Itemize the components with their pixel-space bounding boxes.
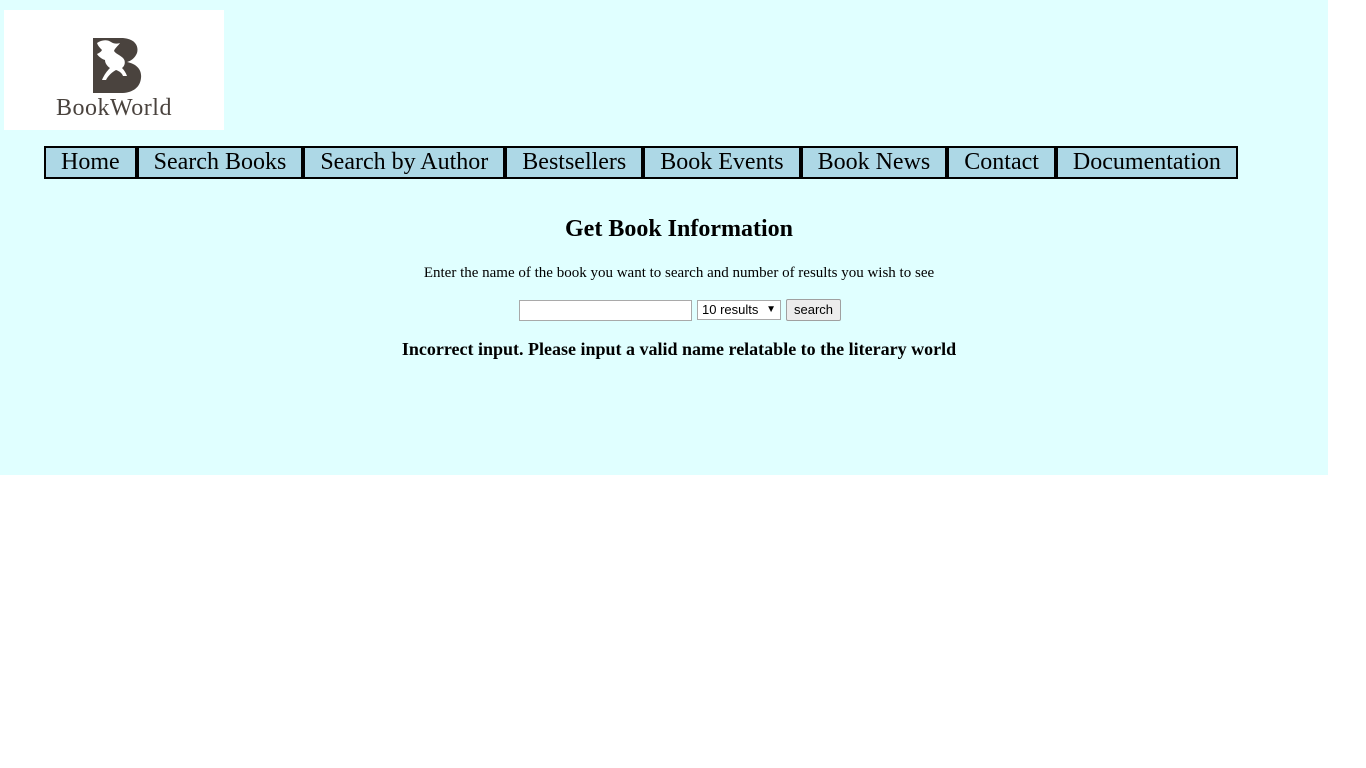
nav-book-events[interactable]: Book Events <box>645 148 803 177</box>
page-title: Get Book Information <box>565 216 793 242</box>
results-count-select[interactable]: 10 results ▼ <box>697 300 781 320</box>
search-instructions: Enter the name of the book you want to s… <box>423 265 935 281</box>
main-nav: Home Search Books Search by Author Bests… <box>44 146 1238 179</box>
book-search-input[interactable] <box>519 299 692 321</box>
nav-contact[interactable]: Contact <box>949 148 1058 177</box>
search-form: 10 results ▼ search <box>519 299 842 321</box>
page-background: BookWorld Home Search Books Search by Au… <box>0 0 1328 475</box>
nav-search-by-author[interactable]: Search by Author <box>305 148 508 177</box>
horse-b-logo-icon <box>93 38 142 93</box>
nav-documentation[interactable]: Documentation <box>1057 148 1236 177</box>
nav-book-news[interactable]: Book News <box>802 148 950 177</box>
site-logo[interactable]: BookWorld <box>4 10 224 130</box>
search-button[interactable]: search <box>786 299 842 321</box>
logo-text: BookWorld <box>56 95 172 121</box>
nav-bestsellers[interactable]: Bestsellers <box>507 148 646 177</box>
nav-search-books[interactable]: Search Books <box>138 148 306 177</box>
dropdown-arrow-icon: ▼ <box>766 304 776 315</box>
nav-home[interactable]: Home <box>46 148 139 177</box>
error-message: Incorrect input. Please input a valid na… <box>401 339 957 359</box>
results-count-value: 10 results <box>702 302 759 317</box>
